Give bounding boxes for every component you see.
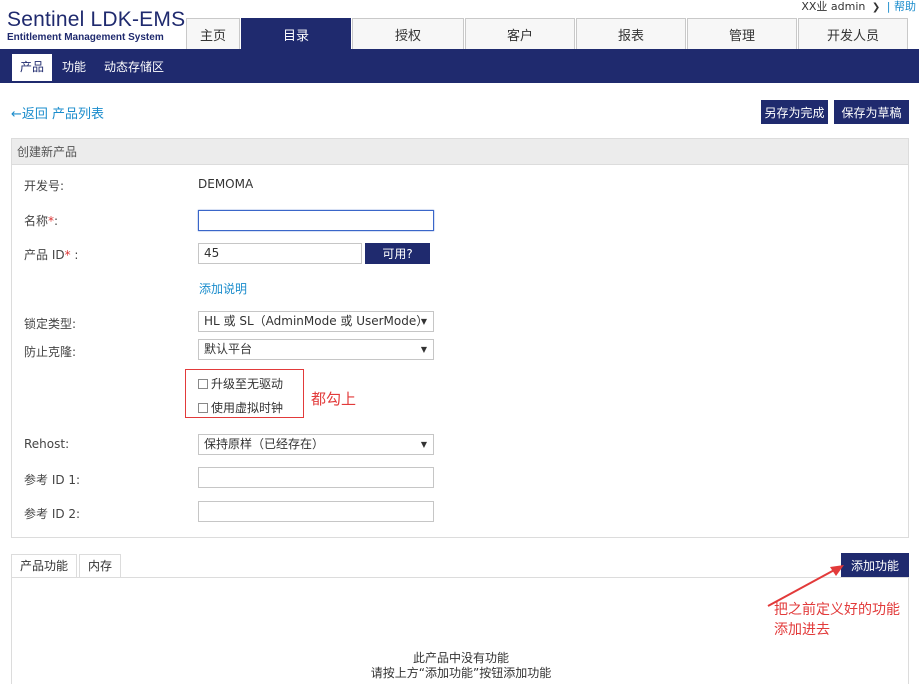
product-id-label: 产品 ID* : (24, 248, 79, 262)
tab-reports[interactable]: 报表 (576, 18, 686, 49)
subtab-products[interactable]: 产品 (12, 54, 53, 81)
tab-home[interactable]: 主页 (186, 18, 240, 49)
subtab-features[interactable]: 功能 (54, 53, 94, 81)
reference-id-1-label: 参考 ID 1: (24, 473, 81, 487)
name-label: 名称*: (24, 214, 59, 228)
panel-title: 创建新产品 (12, 139, 908, 165)
tab-product-features[interactable]: 产品功能 (11, 554, 78, 578)
product-id-input[interactable]: 45 (198, 243, 362, 264)
chevron-down-icon[interactable]: ❯ (872, 1, 880, 15)
tab-developer[interactable]: 开发人员 (798, 18, 908, 49)
rehost-select[interactable]: 保持原样（已经存在） ▼ (198, 434, 434, 455)
lock-type-label: 锁定类型: (24, 317, 77, 331)
reference-id-1-input[interactable] (198, 467, 434, 488)
tab-admin[interactable]: 管理 (687, 18, 797, 49)
chevron-down-icon: ▼ (420, 317, 427, 326)
vendor-code-value: DEMOMA (198, 177, 254, 191)
back-to-product-list-link[interactable]: ←返回 产品列表 (11, 103, 104, 122)
app-subtitle: Entitlement Management System (7, 32, 164, 43)
app-title: Sentinel LDK-EMS (7, 8, 186, 31)
reference-id-2-input[interactable] (198, 501, 434, 522)
tab-memory[interactable]: 内存 (79, 554, 122, 577)
rehost-selected: 保持原样（已经存在） (204, 437, 325, 451)
tab-entitlements[interactable]: 授权 (352, 18, 464, 49)
annotation-highlight-box (185, 369, 304, 418)
chevron-down-icon: ▼ (420, 345, 427, 354)
chevron-down-icon: ▼ (420, 440, 427, 449)
main-tabs: 主页 目录 授权 客户 报表 管理 开发人员 (186, 18, 909, 49)
annotation-check-all: 都勾上 (311, 390, 357, 408)
empty-state-hint: 请按上方“添加功能”按钮添加功能 (370, 666, 552, 680)
user-bar: XX业 admin ❯ | 帮助 (801, 0, 916, 15)
annotation-add-feature-note: 把之前定义好的功能 添加进去 (774, 600, 900, 640)
check-availability-button[interactable]: 可用? (365, 243, 430, 264)
lock-type-select[interactable]: HL 或 SL（AdminMode 或 UserMode） ▼ (198, 311, 434, 332)
reference-id-2-label: 参考 ID 2: (24, 507, 81, 521)
subnav-divider (0, 81, 919, 83)
annotation-add-feature-line-1: 把之前定义好的功能 (774, 602, 900, 618)
clone-protection-selected: 默认平台 (204, 342, 253, 356)
create-product-panel: 创建新产品 开发号: DEMOMA 名称*: 产品 ID* : 45 可用? 添… (11, 138, 909, 538)
tab-customers[interactable]: 客户 (465, 18, 575, 49)
rehost-label: Rehost: (24, 437, 70, 451)
app-logo[interactable]: Sentinel LDK-EMS Entitlement Management … (7, 9, 185, 44)
clone-protection-label: 防止克隆: (24, 345, 77, 359)
bottom-tabs: 产品功能 内存 (11, 554, 123, 578)
product-id-label-text: 产品 ID (24, 248, 65, 262)
save-as-complete-button[interactable]: 另存为完成 (761, 100, 828, 124)
user-menu[interactable]: XX业 admin (801, 0, 865, 13)
sub-nav: 产品 功能 动态存储区 (0, 49, 919, 81)
help-link[interactable]: | 帮助 (887, 0, 916, 13)
subtab-memory[interactable]: 动态存储区 (96, 53, 172, 81)
tab-catalog[interactable]: 目录 (241, 18, 351, 49)
annotation-add-feature-line-2: 添加进去 (774, 622, 830, 638)
add-feature-button[interactable]: 添加功能 (841, 553, 909, 578)
vendor-code-label: 开发号: (24, 179, 65, 193)
product-name-input[interactable] (198, 210, 434, 231)
lock-type-selected: HL 或 SL（AdminMode 或 UserMode） (204, 314, 429, 328)
clone-protection-select[interactable]: 默认平台 ▼ (198, 339, 434, 360)
save-as-draft-button[interactable]: 保存为草稿 (834, 100, 909, 124)
add-description-link[interactable]: 添加说明 (199, 280, 247, 297)
name-label-text: 名称 (24, 214, 49, 228)
